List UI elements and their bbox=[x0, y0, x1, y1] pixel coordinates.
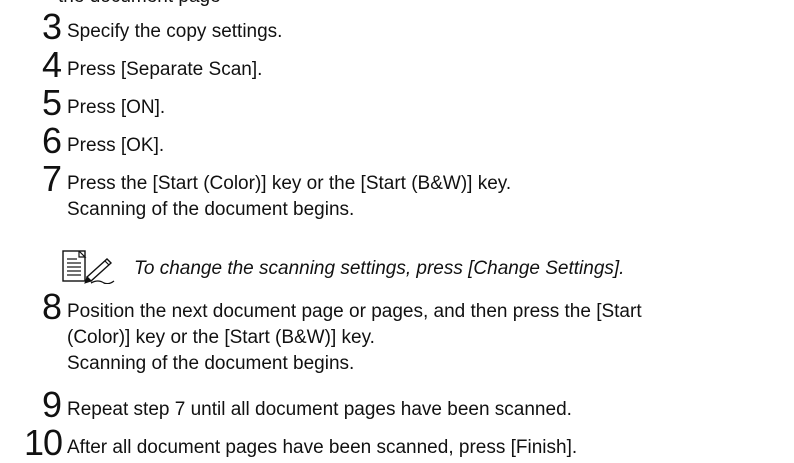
step-line: Repeat step 7 until all document pages h… bbox=[67, 399, 572, 420]
step-text: Specify the copy settings. bbox=[67, 19, 282, 45]
step-line: Scanning of the document begins. bbox=[67, 353, 355, 374]
step-text: After all document pages have been scann… bbox=[67, 435, 577, 461]
step-text: Press [OK]. bbox=[67, 133, 164, 159]
step-number: 8 bbox=[41, 286, 62, 327]
step-text: Press [ON]. bbox=[67, 95, 165, 121]
step-line: Press [Separate Scan]. bbox=[67, 59, 263, 80]
step-number: 10 bbox=[23, 422, 63, 463]
step-number: 7 bbox=[41, 158, 62, 199]
note-pencil-icon bbox=[62, 250, 115, 284]
step-number: 4 bbox=[41, 44, 62, 85]
step-number: 3 bbox=[41, 6, 62, 47]
note: To change the scanning settings, press [… bbox=[62, 250, 782, 284]
top-fragment: the document page bbox=[58, 0, 221, 8]
step-text: Press the [Start (Color)] key or the [St… bbox=[67, 171, 511, 223]
step-line: Position the next document page or pages… bbox=[67, 301, 642, 322]
step-number: 5 bbox=[41, 82, 62, 123]
step-line: Press [ON]. bbox=[67, 97, 166, 118]
step-line: After all document pages have been scann… bbox=[67, 437, 578, 458]
step-text: Press [Separate Scan]. bbox=[67, 57, 262, 83]
step-line: Press [OK]. bbox=[67, 135, 165, 156]
step-text: Repeat step 7 until all document pages h… bbox=[67, 397, 572, 423]
step-line: Specify the copy settings. bbox=[67, 21, 283, 42]
step-line: Scanning of the document begins. bbox=[67, 199, 355, 220]
step-line: (Color)] key or the [Start (B&W)] key. bbox=[67, 327, 375, 348]
step-number: 9 bbox=[41, 384, 62, 425]
step-text: Position the next document page or pages… bbox=[67, 299, 642, 377]
step-number: 6 bbox=[41, 120, 62, 161]
step-line: Press the [Start (Color)] key or the [St… bbox=[67, 173, 512, 194]
note-text: To change the scanning settings, press [… bbox=[134, 258, 625, 279]
